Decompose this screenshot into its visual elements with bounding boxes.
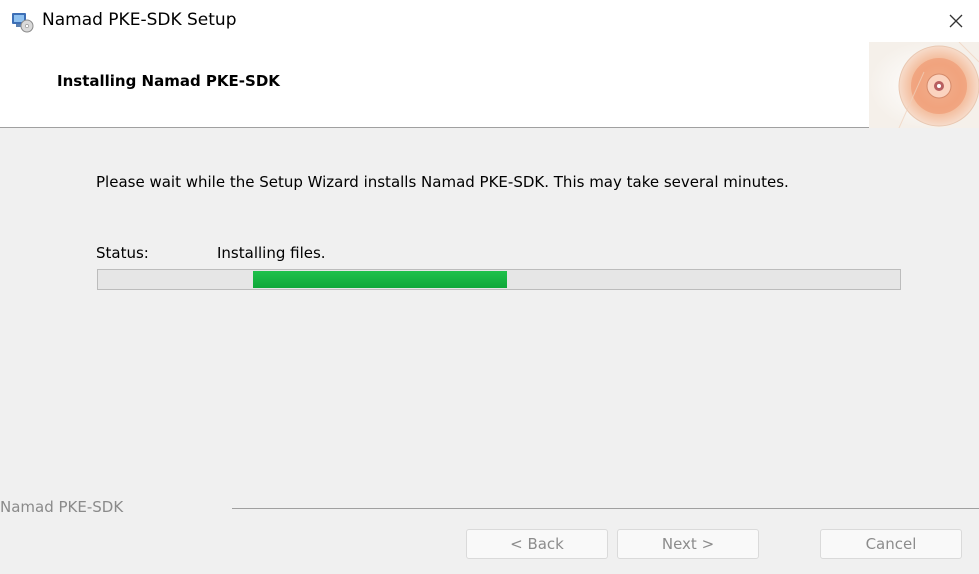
cd-disc-graphic bbox=[869, 42, 979, 128]
back-button[interactable]: < Back bbox=[466, 529, 608, 559]
status-value: Installing files. bbox=[217, 244, 326, 262]
progress-bar bbox=[97, 269, 901, 290]
page-title: Installing Namad PKE-SDK bbox=[57, 72, 280, 90]
setup-window: Namad PKE-SDK Setup Installing Namad PKE… bbox=[0, 0, 979, 574]
close-icon bbox=[949, 14, 963, 28]
window-title: Namad PKE-SDK Setup bbox=[42, 10, 237, 30]
instructions-text: Please wait while the Setup Wizard insta… bbox=[96, 173, 789, 191]
status-label: Status: bbox=[96, 244, 149, 262]
brand-label: Namad PKE-SDK bbox=[0, 498, 124, 516]
installer-icon bbox=[10, 10, 34, 34]
close-button[interactable] bbox=[933, 0, 979, 42]
progress-fill bbox=[253, 271, 507, 288]
cancel-button[interactable]: Cancel bbox=[820, 529, 962, 559]
next-button[interactable]: Next > bbox=[617, 529, 759, 559]
title-bar[interactable]: Namad PKE-SDK Setup bbox=[0, 0, 979, 42]
header-banner: Installing Namad PKE-SDK bbox=[0, 42, 979, 128]
footer-divider bbox=[232, 508, 979, 509]
